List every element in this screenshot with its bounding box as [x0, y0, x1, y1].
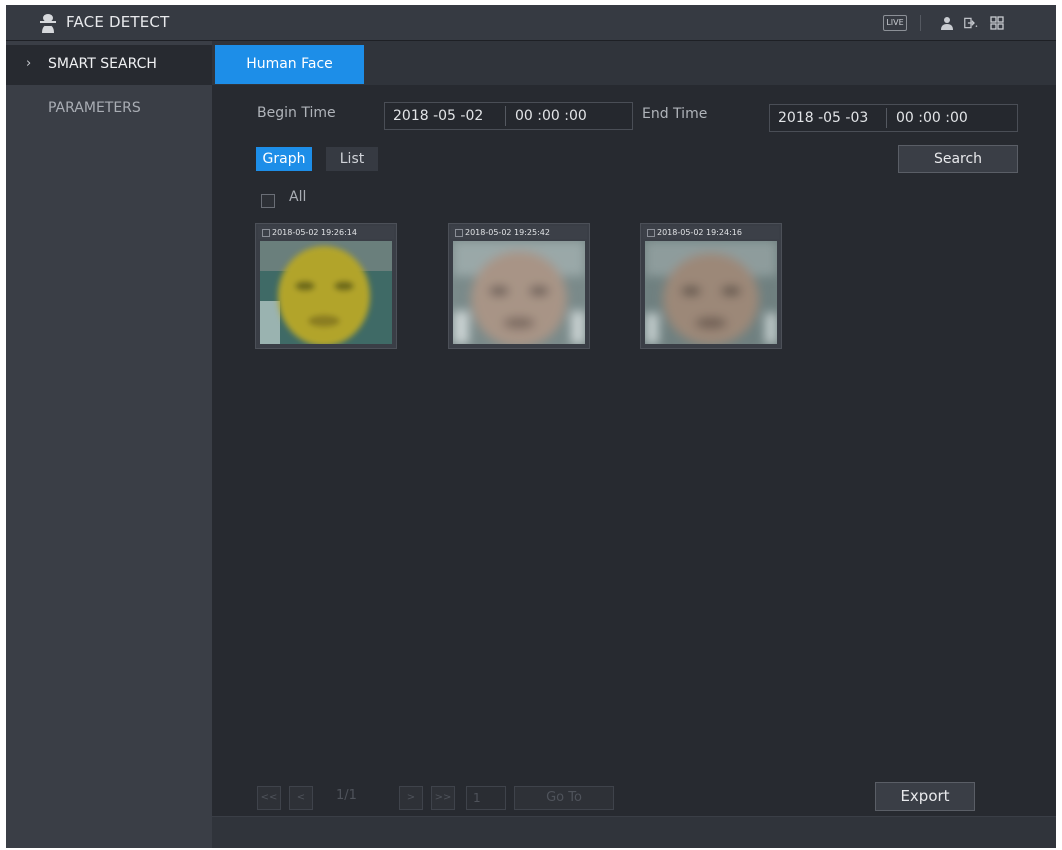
toolbar-divider — [920, 15, 921, 31]
face-result-card[interactable]: 2018-05-02 19:24:16 — [640, 223, 782, 349]
logout-icon[interactable] — [964, 16, 978, 30]
footer-bar — [212, 816, 1056, 848]
card-caption: 2018-05-02 19:26:14 — [258, 226, 394, 239]
live-button[interactable]: LIVE — [883, 15, 907, 31]
face-thumbnail[interactable] — [645, 241, 777, 344]
page-number-input[interactable]: 1 — [466, 786, 506, 810]
sidebar-item-smart-search[interactable]: › SMART SEARCH — [6, 45, 212, 85]
tab-bar: Human Face — [212, 41, 1056, 85]
card-timestamp: 2018-05-02 19:26:14 — [272, 228, 357, 237]
menu-icon[interactable] — [990, 16, 1004, 30]
sidebar-item-parameters[interactable]: PARAMETERS — [6, 89, 212, 129]
sidebar-item-label: SMART SEARCH — [48, 56, 157, 72]
list-view-button[interactable]: List — [326, 147, 378, 171]
end-time-field[interactable]: 2018 -05 -03 00 :00 :00 — [769, 104, 1018, 132]
face-result-card[interactable]: 2018-05-02 19:25:42 — [448, 223, 590, 349]
prev-page-button[interactable]: < — [289, 786, 313, 810]
begin-time-field[interactable]: 2018 -05 -02 00 :00 :00 — [384, 102, 633, 130]
begin-date-value[interactable]: 2018 -05 -02 — [393, 108, 483, 124]
next-page-button[interactable]: > — [399, 786, 423, 810]
last-page-button[interactable]: >> — [431, 786, 455, 810]
go-to-button[interactable]: Go To — [514, 786, 614, 810]
chevron-right-icon: › — [26, 56, 32, 71]
begin-time-value[interactable]: 00 :00 :00 — [515, 103, 587, 129]
title-bar: FACE DETECT LIVE — [6, 5, 1056, 41]
card-caption: 2018-05-02 19:24:16 — [643, 226, 779, 239]
card-checkbox[interactable] — [455, 229, 463, 237]
end-date-value[interactable]: 2018 -05 -03 — [778, 110, 868, 126]
app-title: FACE DETECT — [66, 13, 170, 31]
user-icon[interactable] — [940, 16, 954, 30]
app-window: FACE DETECT LIVE › SMART SEARCH PARAMETE… — [6, 5, 1056, 848]
tab-human-face[interactable]: Human Face — [215, 45, 364, 84]
end-time-label: End Time — [642, 106, 708, 122]
card-timestamp: 2018-05-02 19:24:16 — [657, 228, 742, 237]
face-detect-icon — [40, 14, 56, 33]
search-button[interactable]: Search — [898, 145, 1018, 173]
card-checkbox[interactable] — [262, 229, 270, 237]
end-time-value[interactable]: 00 :00 :00 — [896, 105, 968, 131]
card-checkbox[interactable] — [647, 229, 655, 237]
sidebar: › SMART SEARCH PARAMETERS — [6, 41, 212, 848]
face-thumbnail[interactable] — [453, 241, 585, 344]
sidebar-item-label: PARAMETERS — [48, 100, 141, 116]
select-all-checkbox[interactable] — [261, 194, 275, 208]
card-timestamp: 2018-05-02 19:25:42 — [465, 228, 550, 237]
export-button[interactable]: Export — [875, 782, 975, 811]
graph-view-button[interactable]: Graph — [256, 147, 312, 171]
face-thumbnail[interactable] — [260, 241, 392, 344]
begin-time-label: Begin Time — [257, 105, 336, 121]
field-divider — [505, 106, 506, 126]
page-info: 1/1 — [336, 788, 357, 803]
first-page-button[interactable]: << — [257, 786, 281, 810]
face-result-card[interactable]: 2018-05-02 19:26:14 — [255, 223, 397, 349]
card-caption: 2018-05-02 19:25:42 — [451, 226, 587, 239]
field-divider — [886, 108, 887, 128]
select-all-label: All — [289, 189, 307, 205]
